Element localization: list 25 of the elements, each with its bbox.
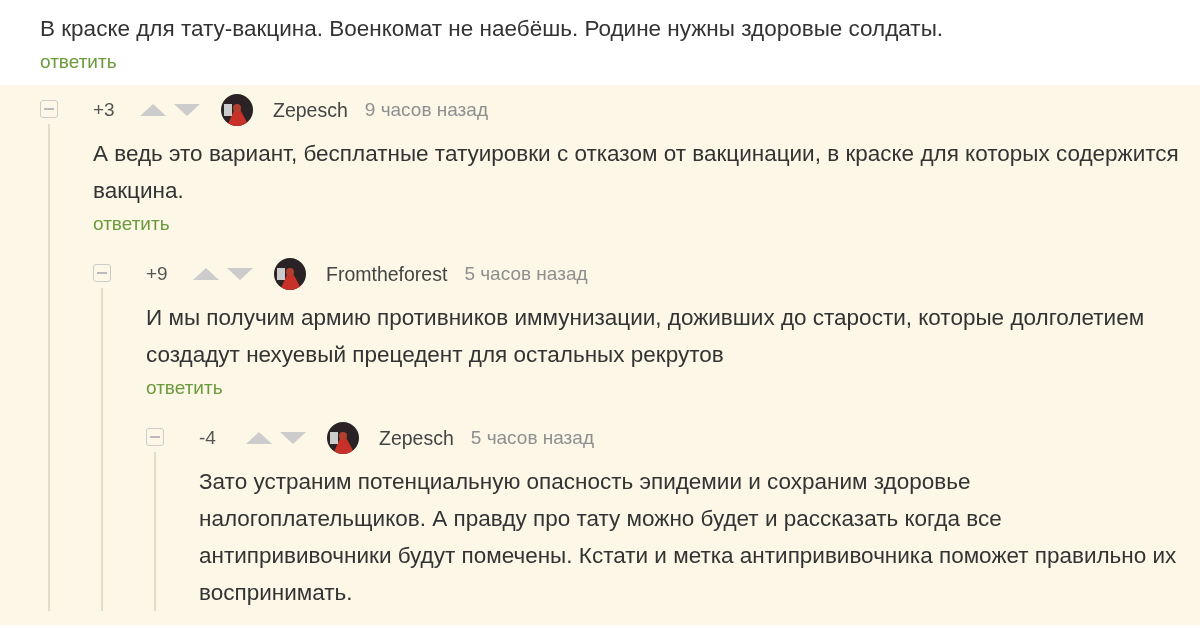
collapse-button[interactable]: [40, 100, 58, 118]
comment-rating: +3: [93, 99, 116, 121]
downvote-icon[interactable]: [279, 431, 307, 445]
comment-rating: +9: [146, 263, 169, 285]
comment-rating: -4: [199, 427, 217, 449]
collapse-button[interactable]: [93, 264, 111, 282]
upvote-icon[interactable]: [192, 267, 220, 281]
author-name[interactable]: Zepesch: [379, 426, 454, 450]
avatar-icon[interactable]: [327, 422, 359, 454]
author-name[interactable]: Fromtheforest: [326, 262, 448, 286]
comment-text: Зато устраним потенциальную опасность эпидемии и сохраним здоровье налогоплательщиков. А правду про тату можно будет и рассказать когда все антипрививочники будут помечены. Кстати и метка антипрививочника поможет правильно их воспринимать.: [199, 468, 1178, 607]
comment-time: 5 часов назад: [464, 263, 588, 285]
author-name[interactable]: Zepesch: [273, 98, 348, 122]
downvote-icon[interactable]: [173, 103, 201, 117]
upvote-icon[interactable]: [139, 103, 167, 117]
comment-text: И мы получим армию противников иммунизации, доживших до старости, которые долголетием создадут нехуевый прецедент для остальных рекрутов: [146, 304, 1146, 369]
avatar-icon[interactable]: [221, 94, 253, 126]
avatar-icon[interactable]: [274, 258, 306, 290]
comment-time: 9 часов назад: [364, 99, 488, 121]
collapse-button[interactable]: [146, 428, 164, 446]
comment-text: А ведь это вариант, бесплатные татуировки с отказом от вакцинации, в краске для которых содержится вакцина.: [93, 140, 1180, 205]
upvote-icon[interactable]: [245, 431, 273, 445]
comment-text: В краске для тату-вакцина. Военкомат не наебёшь. Родине нужны здоровые солдаты.: [40, 15, 945, 43]
comment-time: 5 часов назад: [470, 427, 594, 449]
downvote-icon[interactable]: [226, 267, 254, 281]
